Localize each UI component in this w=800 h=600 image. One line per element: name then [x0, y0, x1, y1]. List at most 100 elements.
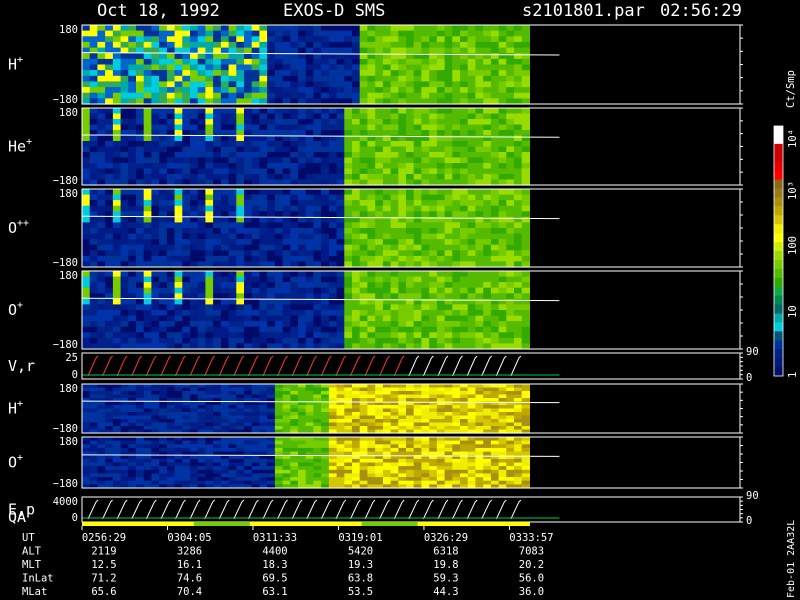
spectrogram-cell	[120, 36, 129, 43]
spectrogram-cell	[182, 168, 191, 175]
spectrogram-cell	[105, 174, 114, 181]
spectrogram-cell	[375, 87, 384, 94]
spectrogram-cell	[390, 58, 399, 66]
spectrogram-cell	[352, 30, 361, 37]
spectrogram-cell	[89, 310, 98, 317]
spectrogram-cell	[259, 293, 268, 300]
spectrogram-cell	[136, 233, 145, 240]
spectrogram-cell	[475, 163, 484, 170]
spectrogram-cell	[406, 30, 415, 37]
spectrogram-cell	[344, 211, 353, 218]
spectrogram-cell	[406, 174, 415, 181]
spectrogram-cell	[220, 337, 230, 345]
spectrogram-cell	[483, 58, 492, 66]
spectrogram-cell	[166, 239, 176, 246]
spectrogram-cell	[205, 408, 214, 413]
spectrogram-cell	[89, 244, 98, 251]
spectrogram-cell	[452, 58, 461, 66]
spectrogram-cell	[228, 321, 237, 328]
spectrogram-cell	[213, 250, 222, 257]
spectrogram-cell	[421, 152, 430, 159]
spectrogram-cell	[82, 87, 91, 94]
spectrogram-cell	[166, 332, 176, 339]
spectrogram-cell	[506, 473, 515, 478]
spectrogram-cell	[375, 384, 384, 389]
spectrogram-cell	[190, 222, 199, 229]
spectrogram-cell	[136, 276, 145, 283]
spectrogram-cell	[282, 422, 291, 427]
spectrogram-cell	[166, 30, 176, 37]
spectrogram-cell	[382, 189, 392, 196]
spectrogram-cell	[97, 244, 106, 251]
spectrogram-cell	[367, 480, 376, 485]
spectrogram-cell	[321, 477, 330, 482]
spectrogram-cell	[190, 315, 199, 322]
spectrogram-cell	[498, 405, 507, 410]
spectrogram-cell	[506, 440, 515, 445]
spectrogram-cell	[452, 211, 461, 218]
spectrogram-cell	[97, 287, 106, 294]
spectrogram-cell	[89, 337, 98, 345]
spectrogram-cell	[220, 41, 230, 49]
spectrogram-cell	[321, 462, 330, 467]
spectrogram-cell	[228, 244, 237, 251]
spectrogram-cell	[259, 146, 268, 153]
spectrogram-cell	[375, 157, 384, 164]
spectrogram-cell	[197, 408, 206, 413]
spectrogram-cell	[120, 408, 129, 413]
spectrogram-cell	[267, 130, 276, 137]
spectrogram-cell	[352, 337, 361, 345]
spectrogram-cell	[236, 146, 245, 153]
spectrogram-cell	[244, 228, 253, 235]
spectrogram-cell	[97, 326, 106, 333]
spectrogram-cell	[236, 200, 245, 207]
spectrogram-cell	[151, 466, 160, 471]
spectrogram-cell	[174, 244, 183, 251]
spectrogram-cell	[120, 244, 129, 251]
spectrogram-cell	[467, 152, 476, 159]
spectrogram-cell	[375, 152, 384, 159]
spectrogram-cell	[228, 255, 237, 263]
spectrogram-cell	[398, 239, 407, 246]
spectrogram-cell	[390, 477, 399, 482]
spectrogram-cell	[375, 141, 384, 148]
spectrogram-cell	[182, 189, 191, 196]
spectrogram-cell	[475, 228, 484, 235]
spectrogram-cell	[305, 276, 314, 283]
spectrogram-cell	[375, 332, 384, 339]
spectrogram-cell	[498, 415, 507, 420]
spectrogram-cell	[220, 473, 230, 478]
spectrogram-cell	[251, 287, 260, 294]
spectrogram-cell	[97, 124, 106, 131]
spectrogram-cell	[159, 92, 168, 99]
spectrogram-cell	[313, 440, 322, 445]
spectrogram-cell	[336, 469, 345, 474]
spectrogram-cell	[406, 239, 415, 246]
spectrogram-cell	[197, 419, 206, 424]
spectrogram-cell	[298, 447, 307, 453]
spectrogram-cell	[475, 244, 484, 251]
spectrogram-cell	[166, 426, 176, 431]
spectrogram-cell	[190, 447, 199, 453]
spectrogram-cell	[282, 447, 291, 453]
spectrogram-cell	[413, 469, 422, 474]
spectrogram-cell	[359, 36, 368, 43]
spectrogram-cell	[244, 47, 253, 54]
spectrogram-cell	[89, 401, 98, 406]
spectrogram-cell	[236, 168, 245, 175]
spectrogram-cell	[236, 440, 245, 445]
spectrogram-cell	[467, 141, 476, 148]
spectrogram-cell	[128, 326, 137, 333]
spectrogram-cell	[406, 384, 415, 389]
spectrogram-cell	[89, 480, 98, 485]
spectrogram-cell	[251, 30, 260, 37]
spectrogram-cell	[506, 276, 515, 283]
spectrogram-cell	[205, 394, 214, 399]
spectrogram-cell	[190, 75, 199, 82]
spectrogram-cell	[282, 244, 291, 251]
spectrogram-cell	[336, 152, 345, 159]
spectrogram-cell	[251, 119, 260, 126]
spectrogram-cell	[251, 326, 260, 333]
spectrogram-cell	[475, 412, 484, 417]
spectrogram-cell	[97, 447, 106, 453]
